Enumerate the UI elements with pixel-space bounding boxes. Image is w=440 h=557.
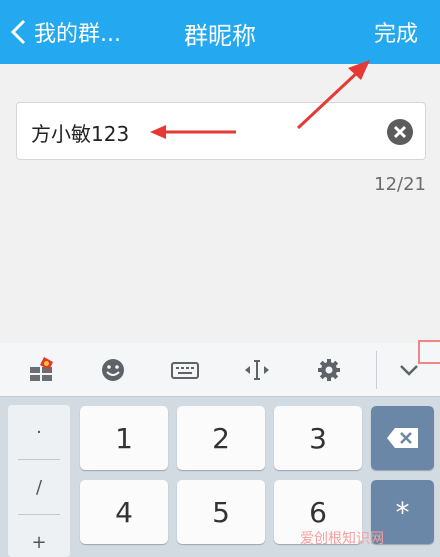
key-4[interactable]: 4 <box>80 480 168 544</box>
nickname-value: 方小敏123 <box>31 122 130 146</box>
char-counter: 12/21 <box>374 174 426 195</box>
key-3[interactable]: 3 <box>274 406 362 470</box>
soft-keyboard: · / + 1 2 3 4 5 6 * <box>0 343 440 557</box>
keyboard-toolbar <box>0 343 440 397</box>
symbol-key[interactable]: · <box>8 405 70 459</box>
cursor-move-icon[interactable] <box>242 355 272 385</box>
close-icon <box>393 125 407 139</box>
backspace-button[interactable] <box>371 406 434 470</box>
nickname-input[interactable]: 方小敏123 <box>16 102 426 160</box>
backspace-icon <box>386 428 418 448</box>
key-5[interactable]: 5 <box>177 480 265 544</box>
symbol-key[interactable]: + <box>8 515 70 557</box>
gear-icon[interactable] <box>314 355 344 385</box>
key-2[interactable]: 2 <box>177 406 265 470</box>
done-button[interactable]: 完成 <box>374 16 418 48</box>
back-label: 我的群... <box>34 22 121 47</box>
clear-button[interactable] <box>387 119 413 145</box>
back-button[interactable]: 我的群... <box>8 12 121 52</box>
key-1[interactable]: 1 <box>80 406 168 470</box>
chevron-left-icon <box>10 19 26 45</box>
toolbar-divider <box>376 351 377 389</box>
gift-icon[interactable] <box>26 355 56 385</box>
edge-mark <box>418 340 440 364</box>
symbol-key[interactable]: / <box>8 460 70 514</box>
symbol-column: · / + <box>8 405 70 557</box>
keyboard-icon[interactable] <box>170 355 200 385</box>
watermark: 爱创根知识网 <box>300 531 384 547</box>
title-bar: 我的群... 群昵称 完成 <box>0 0 440 64</box>
emoji-icon[interactable] <box>98 355 128 385</box>
